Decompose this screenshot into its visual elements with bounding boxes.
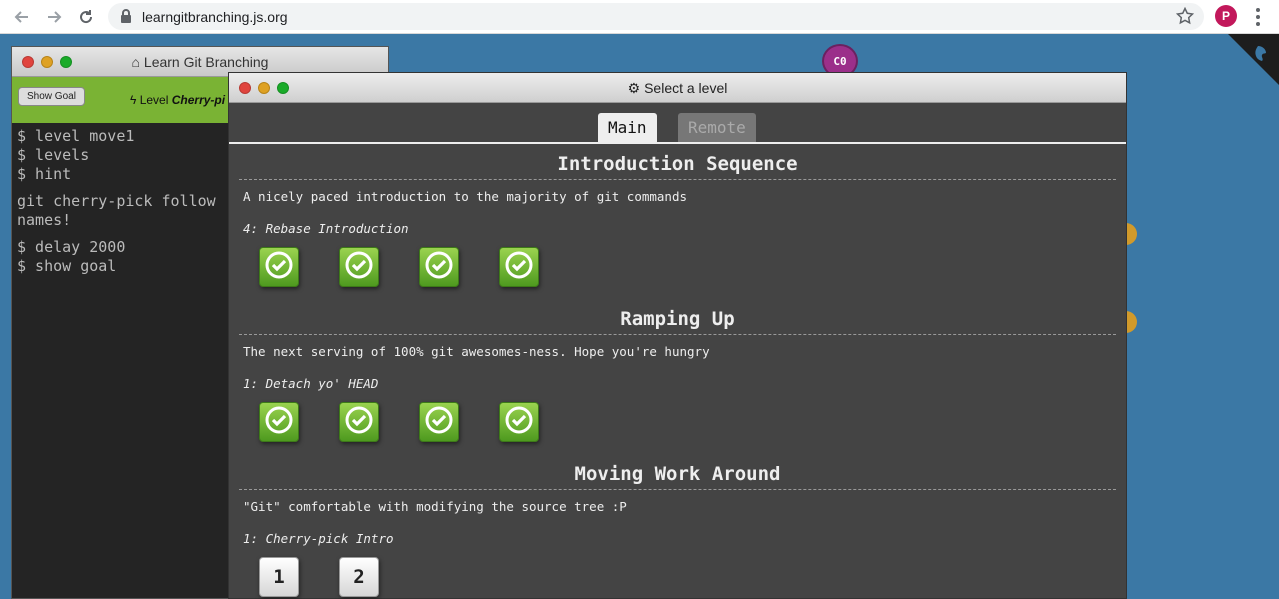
check-icon <box>344 250 374 284</box>
level-select-dialog: ⚙ Select a level Main Remote Introductio… <box>228 72 1127 599</box>
level-complete-button[interactable] <box>419 247 459 287</box>
github-corner-icon[interactable] <box>1228 34 1279 85</box>
level-complete-button[interactable] <box>259 402 299 442</box>
level-button[interactable]: 2 <box>339 557 379 597</box>
lock-icon <box>120 9 132 28</box>
forward-icon[interactable] <box>43 6 65 28</box>
level-complete-button[interactable] <box>499 402 539 442</box>
level-section: Moving Work Around "Git" comfortable wit… <box>239 463 1116 599</box>
section-description: "Git" comfortable with modifying the sou… <box>243 499 627 514</box>
check-icon <box>344 405 374 439</box>
level-name: Cherry-pi <box>171 93 226 107</box>
level-icons <box>239 247 1116 297</box>
terminal-title: ⌂ Learn Git Branching <box>131 54 269 70</box>
section-title: Moving Work Around <box>239 463 1116 490</box>
lightning-icon: ϟ <box>130 93 137 107</box>
level-icons <box>239 402 1116 452</box>
browser-toolbar: learngitbranching.js.org P <box>0 0 1279 34</box>
level-section: Introduction Sequence A nicely paced int… <box>239 153 1116 297</box>
level-complete-button[interactable] <box>339 402 379 442</box>
level-section: Ramping Up The next serving of 100% git … <box>239 308 1116 452</box>
section-description: A nicely paced introduction to the major… <box>243 189 688 204</box>
section-current-level: 1: Detach yo' HEAD <box>243 376 379 391</box>
section-title: Introduction Sequence <box>239 153 1116 180</box>
level-complete-button[interactable] <box>339 247 379 287</box>
level-complete-button[interactable] <box>419 402 459 442</box>
section-title: Ramping Up <box>239 308 1116 335</box>
tab-main[interactable]: Main <box>598 113 657 142</box>
check-icon <box>424 405 454 439</box>
check-icon <box>504 250 534 284</box>
dialog-titlebar: ⚙ Select a level <box>229 73 1126 103</box>
bookmark-star-icon[interactable] <box>1175 6 1195 30</box>
check-icon <box>264 250 294 284</box>
check-icon <box>424 250 454 284</box>
section-current-level: 1: Cherry-pick Intro <box>243 531 394 546</box>
check-icon <box>264 405 294 439</box>
check-icon <box>504 405 534 439</box>
show-goal-button[interactable]: Show Goal <box>18 87 85 106</box>
address-bar[interactable]: learngitbranching.js.org <box>108 3 1204 30</box>
browser-menu-icon[interactable] <box>1250 6 1266 28</box>
level-complete-button[interactable] <box>499 247 539 287</box>
level-tabs: Main Remote <box>229 113 1126 143</box>
level-label: ϟ Level Cherry-pi <box>130 93 226 107</box>
reload-icon[interactable] <box>75 6 97 28</box>
level-button[interactable]: 1 <box>259 557 299 597</box>
profile-avatar[interactable]: P <box>1215 5 1237 27</box>
back-icon[interactable] <box>11 6 33 28</box>
url-text: learngitbranching.js.org <box>142 9 288 25</box>
section-description: The next serving of 100% git awesomes-ne… <box>243 344 710 359</box>
gear-icon: ⚙ <box>627 80 641 96</box>
home-icon: ⌂ <box>131 54 141 70</box>
tab-remote[interactable]: Remote <box>678 113 756 142</box>
level-complete-button[interactable] <box>259 247 299 287</box>
level-icons: 1 2 <box>239 557 1116 599</box>
tab-divider <box>229 142 1126 144</box>
dialog-title: ⚙ Select a level <box>627 80 728 96</box>
section-current-level: 4: Rebase Introduction <box>243 221 409 236</box>
